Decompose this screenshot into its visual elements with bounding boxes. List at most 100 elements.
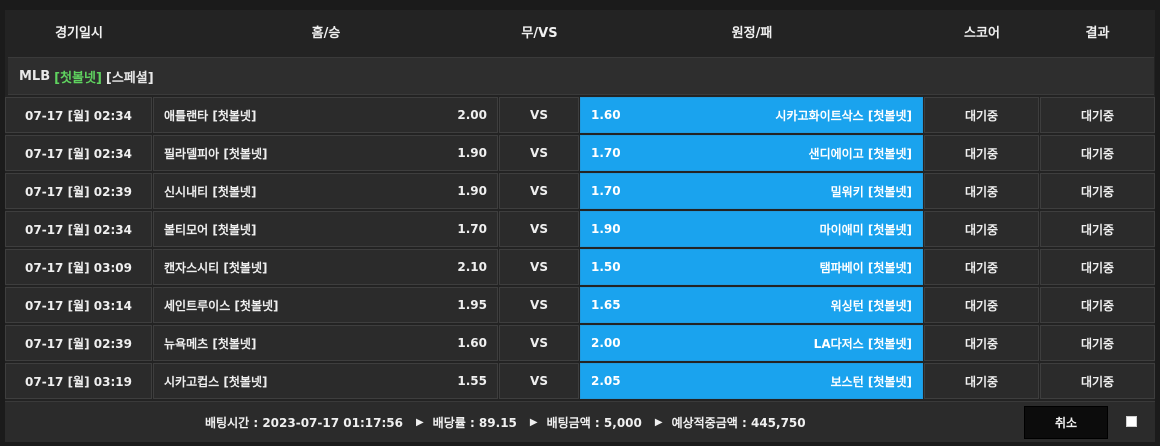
bet-slip-panel: 경기일시 홈/승 무/VS 원정/패 스코어 결과 MLB [첫볼넷] [스페셜… (5, 10, 1155, 442)
header-result: 결과 (1085, 25, 1110, 41)
table-row: 07-17 [월] 02:34 볼티모어 [첫볼넷] 1.70 VS 1.90 마이애미 … (5, 210, 1155, 248)
table-row: 07-17 [월] 02:39 신시내티 [첫볼넷] 1.90 VS 1.70 밀워키 [… (5, 172, 1155, 210)
away-team-name: 마이애미 [첫볼넷] (819, 222, 912, 237)
match-list: 07-17 [월] 02:34 애틀랜타 [첫볼넷] 2.00 VS 1.60 시카고화이… (5, 96, 1155, 400)
home-team-cell[interactable]: 캔자스시티 [첫볼넷] 2.10 (153, 249, 498, 285)
away-team-cell-selected[interactable]: 1.60 시카고화이트삭스 [첫볼넷] (580, 97, 923, 133)
away-team-cell-selected[interactable]: 1.70 샌디에이고 [첫볼넷] (580, 135, 923, 171)
cancel-button[interactable]: 취소 (1024, 406, 1108, 439)
match-datetime: 07-17 [월] 02:39 (5, 173, 152, 209)
away-odds: 2.00 (591, 336, 621, 350)
expected-payout: 예상적중금액 : 445,750 (671, 415, 806, 430)
home-odds: 1.95 (457, 298, 487, 312)
score-status: 대기중 (924, 287, 1039, 323)
table-row: 07-17 [월] 03:19 시카고컵스 [첫볼넷] 1.55 VS 2.05 보스턴 … (5, 362, 1155, 400)
away-odds: 1.70 (591, 146, 621, 160)
vs-cell: VS (499, 363, 579, 399)
home-odds: 2.00 (457, 108, 487, 122)
away-team-name: 시카고화이트삭스 [첫볼넷] (775, 108, 912, 123)
score-status: 대기중 (924, 325, 1039, 361)
home-odds: 1.60 (457, 336, 487, 350)
score-status: 대기중 (924, 249, 1039, 285)
away-team-name: 탬파베이 [첫볼넷] (819, 260, 912, 275)
away-odds: 1.60 (591, 108, 621, 122)
vs-cell: VS (499, 325, 579, 361)
league-tag-special: [스페셜] (105, 70, 154, 86)
match-datetime: 07-17 [월] 02:39 (5, 325, 152, 361)
home-team-name: 신시내티 [첫볼넷] (164, 184, 257, 199)
header-date: 경기일시 (55, 25, 103, 41)
result-status: 대기중 (1040, 249, 1155, 285)
score-status: 대기중 (924, 135, 1039, 171)
result-status: 대기중 (1040, 287, 1155, 323)
bet-summary-footer: 배팅시간 : 2023-07-17 01:17:56 ▶ 배당률 : 89.15… (5, 401, 1155, 442)
table-row: 07-17 [월] 02:34 애틀랜타 [첫볼넷] 2.00 VS 1.60 시카고화이… (5, 96, 1155, 134)
home-team-name: 뉴욕메츠 [첫볼넷] (164, 336, 257, 351)
away-odds: 1.70 (591, 184, 621, 198)
away-team-name: 보스턴 [첫볼넷] (830, 374, 912, 389)
home-team-name: 볼티모어 [첫볼넷] (164, 222, 257, 237)
home-team-name: 애틀랜타 [첫볼넷] (164, 108, 257, 123)
result-status: 대기중 (1040, 211, 1155, 247)
vs-cell: VS (499, 135, 579, 171)
away-team-name: 밀워키 [첫볼넷] (830, 184, 912, 199)
bet-summary-info: 배팅시간 : 2023-07-17 01:17:56 ▶ 배당률 : 89.15… (205, 402, 806, 442)
score-status: 대기중 (924, 97, 1039, 133)
away-odds: 1.65 (591, 298, 621, 312)
home-odds: 1.90 (457, 184, 487, 198)
away-team-cell-selected[interactable]: 1.65 워싱턴 [첫볼넷] (580, 287, 923, 323)
away-team-cell-selected[interactable]: 1.70 밀워키 [첫볼넷] (580, 173, 923, 209)
vs-cell: VS (499, 173, 579, 209)
table-row: 07-17 [월] 03:14 세인트루이스 [첫볼넷] 1.95 VS 1.65 워싱턴… (5, 286, 1155, 324)
league-section-header: MLB [첫볼넷] [스페셜] (8, 57, 1154, 95)
away-team-cell-selected[interactable]: 2.00 LA다저스 [첫볼넷] (580, 325, 923, 361)
result-status: 대기중 (1040, 363, 1155, 399)
vs-cell: VS (499, 97, 579, 133)
vs-cell: VS (499, 249, 579, 285)
header-score: 스코어 (964, 25, 1000, 41)
result-status: 대기중 (1040, 325, 1155, 361)
away-team-cell-selected[interactable]: 1.90 마이애미 [첫볼넷] (580, 211, 923, 247)
league-tag-first-walk: [첫볼넷] (54, 70, 102, 86)
home-team-name: 시카고컵스 [첫볼넷] (164, 374, 268, 389)
home-team-cell[interactable]: 애틀랜타 [첫볼넷] 2.00 (153, 97, 498, 133)
bet-amount: 배팅금액 : 5,000 (546, 415, 642, 430)
away-odds: 1.90 (591, 222, 621, 236)
match-datetime: 07-17 [월] 02:34 (5, 211, 152, 247)
home-odds: 1.55 (457, 374, 487, 388)
home-team-name: 캔자스시티 [첫볼넷] (164, 260, 268, 275)
result-status: 대기중 (1040, 173, 1155, 209)
match-datetime: 07-17 [월] 02:34 (5, 97, 152, 133)
match-datetime: 07-17 [월] 02:34 (5, 135, 152, 171)
header-home: 홈/승 (311, 25, 341, 41)
home-team-name: 필라델피아 [첫볼넷] (164, 146, 268, 161)
result-status: 대기중 (1040, 135, 1155, 171)
bet-time: 배팅시간 : 2023-07-17 01:17:56 (205, 415, 403, 430)
vs-cell: VS (499, 287, 579, 323)
away-team-name: LA다저스 [첫볼넷] (813, 336, 912, 351)
home-team-cell[interactable]: 볼티모어 [첫볼넷] 1.70 (153, 211, 498, 247)
arrow-right-icon: ▶ (654, 416, 663, 428)
table-header: 경기일시 홈/승 무/VS 원정/패 스코어 결과 (5, 10, 1155, 52)
home-team-cell[interactable]: 시카고컵스 [첫볼넷] 1.55 (153, 363, 498, 399)
home-team-cell[interactable]: 필라델피아 [첫볼넷] 1.90 (153, 135, 498, 171)
select-checkbox[interactable] (1126, 416, 1137, 427)
table-row: 07-17 [월] 02:39 뉴욕메츠 [첫볼넷] 1.60 VS 2.00 LA다저스… (5, 324, 1155, 362)
away-team-cell-selected[interactable]: 2.05 보스턴 [첫볼넷] (580, 363, 923, 399)
arrow-right-icon: ▶ (529, 416, 538, 428)
home-odds: 2.10 (457, 260, 487, 274)
away-team-name: 샌디에이고 [첫볼넷] (808, 146, 912, 161)
match-datetime: 07-17 [월] 03:09 (5, 249, 152, 285)
home-team-cell[interactable]: 신시내티 [첫볼넷] 1.90 (153, 173, 498, 209)
home-team-name: 세인트루이스 [첫볼넷] (164, 298, 279, 313)
header-away: 원정/패 (731, 25, 773, 41)
arrow-right-icon: ▶ (415, 416, 424, 428)
home-odds: 1.70 (457, 222, 487, 236)
table-row: 07-17 [월] 02:34 필라델피아 [첫볼넷] 1.90 VS 1.70 샌디에이… (5, 134, 1155, 172)
league-name: MLB (19, 68, 51, 84)
away-team-cell-selected[interactable]: 1.50 탬파베이 [첫볼넷] (580, 249, 923, 285)
home-team-cell[interactable]: 뉴욕메츠 [첫볼넷] 1.60 (153, 325, 498, 361)
home-team-cell[interactable]: 세인트루이스 [첫볼넷] 1.95 (153, 287, 498, 323)
score-status: 대기중 (924, 173, 1039, 209)
away-odds: 2.05 (591, 374, 621, 388)
